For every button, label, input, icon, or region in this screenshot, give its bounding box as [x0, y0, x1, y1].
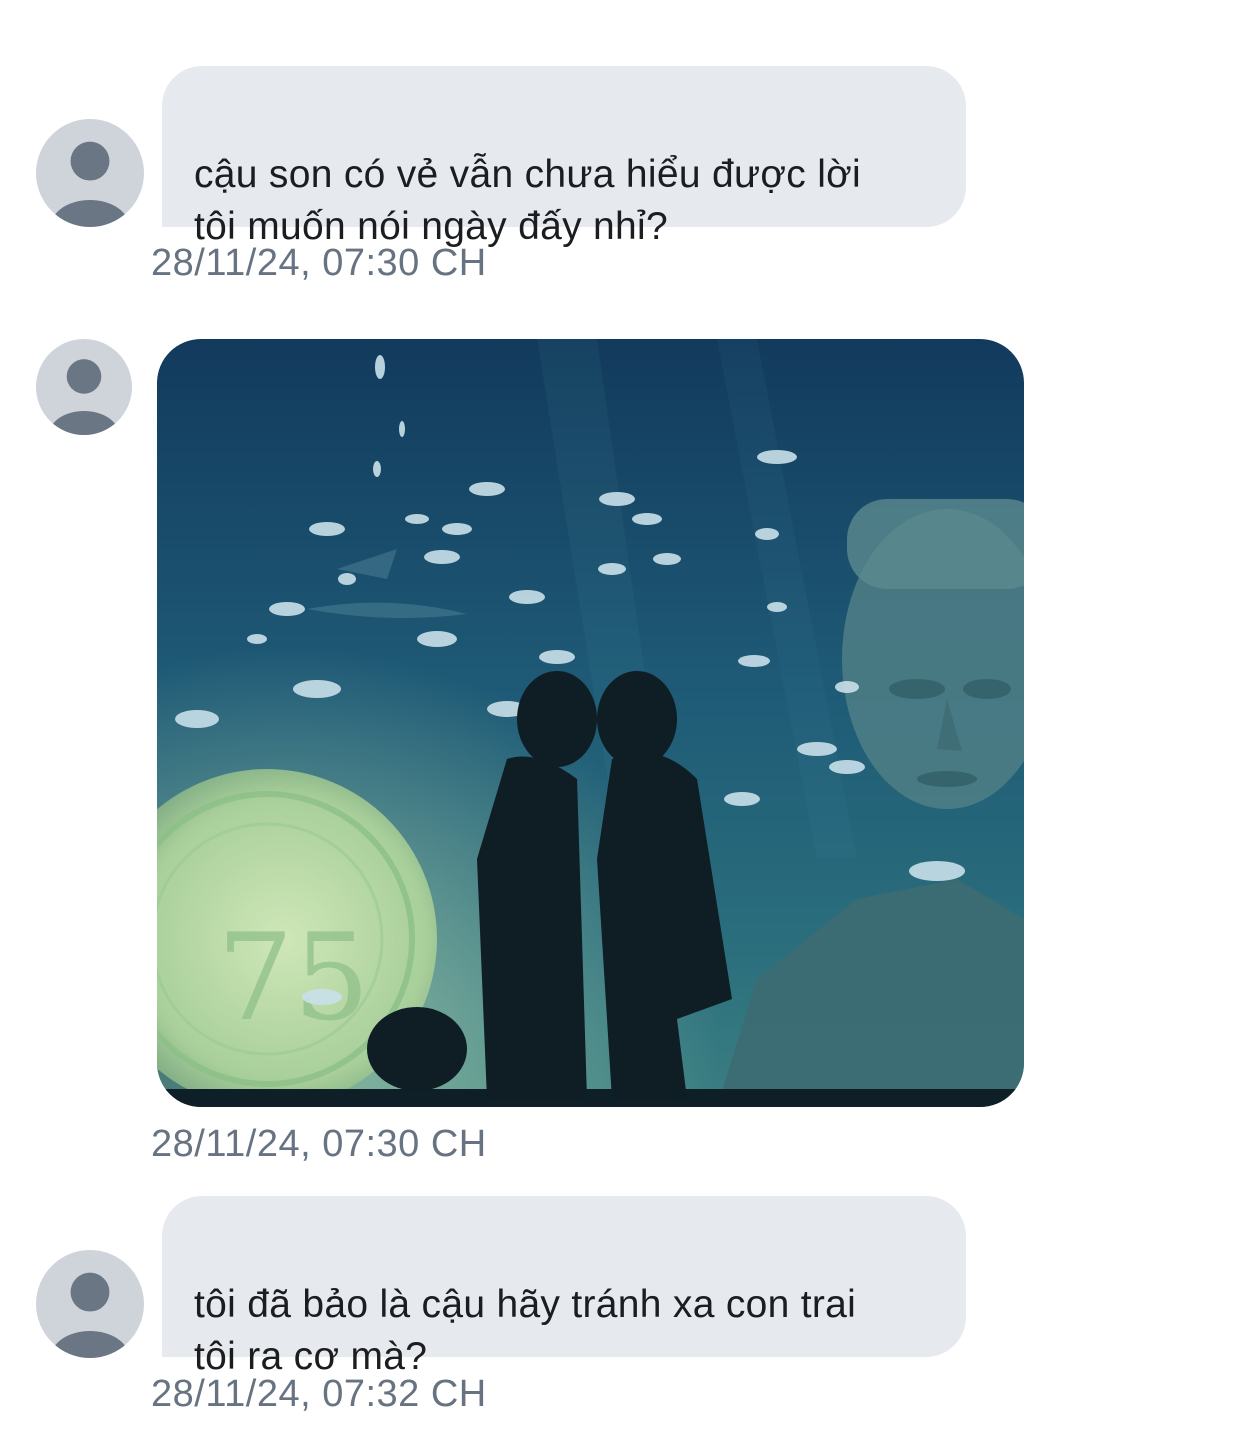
message-bubble[interactable]: tôi đã bảo là cậu hãy tránh xa con trai … — [162, 1196, 966, 1378]
message-timestamp: 28/11/24, 07:30 CH — [151, 242, 487, 284]
message-text: tôi đã bảo là cậu hãy tránh xa con trai … — [194, 1283, 857, 1378]
user-placeholder-icon — [51, 1272, 129, 1358]
sender-avatar[interactable] — [36, 119, 144, 227]
message-text: cậu son có vẻ vẫn chưa hiểu được lời tôi… — [194, 153, 862, 248]
sender-avatar[interactable] — [36, 1250, 144, 1358]
sender-avatar[interactable] — [36, 339, 132, 435]
message-timestamp: 28/11/24, 07:30 CH — [151, 1123, 487, 1165]
user-placeholder-icon — [49, 359, 119, 435]
message-timestamp: 28/11/24, 07:32 CH — [151, 1373, 487, 1415]
message-image[interactable]: 75 — [157, 339, 1024, 1107]
svg-text:75: 75 — [217, 909, 370, 1048]
aquarium-photo: 75 — [157, 339, 1024, 1107]
user-placeholder-icon — [51, 141, 129, 227]
message-bubble[interactable]: cậu son có vẻ vẫn chưa hiểu được lời tôi… — [162, 66, 966, 248]
